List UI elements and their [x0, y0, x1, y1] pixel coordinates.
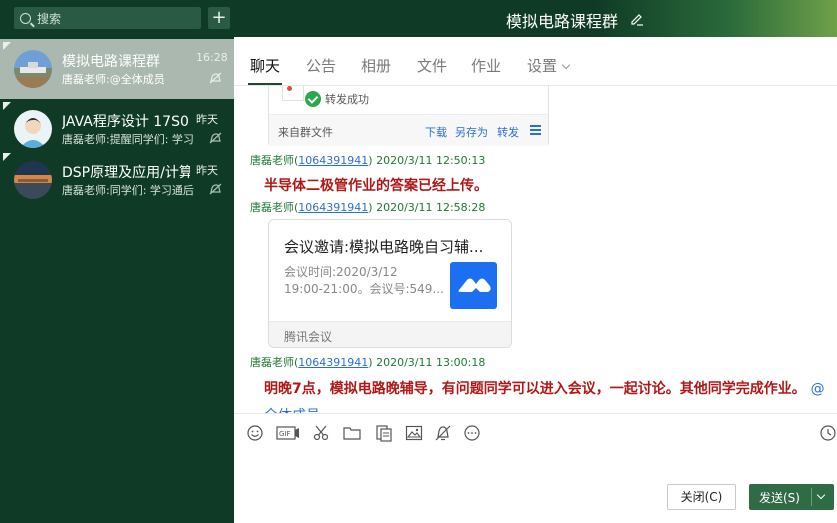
conversation-title: DSP原理及应用/计算	[62, 165, 190, 181]
active-tab-indicator	[248, 83, 282, 85]
gif-icon[interactable]: GIF	[276, 424, 300, 442]
svg-text:GIF: GIF	[279, 430, 291, 438]
more-icon[interactable]	[463, 424, 481, 442]
input-area[interactable]: GIF 关闭(C) 发送(S)	[234, 413, 837, 523]
file-card[interactable]: 转发成功 来自群文件 下载 另存为 转发	[268, 86, 549, 146]
close-button[interactable]: 关闭(C)	[667, 484, 736, 510]
chat-header: 模拟电路课程群	[234, 0, 837, 37]
file-card-footer: 来自群文件 下载 另存为 转发	[269, 114, 548, 146]
check-icon	[305, 91, 321, 107]
tab-homework[interactable]: 作业	[471, 55, 501, 76]
meeting-title: 会议邀请:模拟电路晚自习辅...	[284, 238, 484, 256]
meeting-footer: 腾讯会议	[269, 321, 511, 347]
divider	[811, 488, 812, 506]
sender-name: 唐磊老师(	[250, 356, 299, 369]
pin-marker	[3, 102, 11, 110]
tab-album[interactable]: 相册	[361, 55, 391, 76]
conversation-preview: 唐磊老师:提醒同学们: 学习	[62, 133, 194, 146]
conversation-time: 昨天	[196, 113, 218, 126]
group-title[interactable]: 模拟电路课程群	[506, 8, 618, 32]
conversation-item[interactable]: DSP原理及应用/计算 昨天 唐磊老师:同学们: 学习通后	[0, 150, 234, 210]
tab-bar: 聊天 公告 相册 文件 作业 设置	[234, 37, 837, 86]
mute-icon	[209, 183, 222, 195]
file-thumbnail	[282, 86, 304, 101]
save-as-link[interactable]: 另存为	[455, 124, 488, 140]
message-meta: 唐磊老师(1064391941) 2020/3/11 12:58:28	[250, 199, 485, 215]
message-meta: 唐磊老师(1064391941) 2020/3/11 13:00:18	[250, 354, 485, 370]
conversation-time: 16:28	[196, 51, 228, 64]
conversation-preview: 唐磊老师:@全体成员	[62, 73, 165, 86]
conversation-title: 模拟电路课程群	[62, 54, 160, 70]
conversation-item[interactable]: 模拟电路课程群 16:28 唐磊老师:@全体成员	[0, 39, 234, 99]
sender-id-link[interactable]: 1064391941	[298, 201, 368, 214]
tencent-meeting-icon	[450, 262, 497, 309]
conversation-preview: 唐磊老师:同学们: 学习通后	[62, 184, 194, 197]
forward-status: 转发成功	[325, 93, 369, 106]
bell-off-icon[interactable]	[434, 424, 452, 442]
message-text: 明晚7点，模拟电路晚辅导，有问题同学可以进入会议，一起讨论。其他同学完成作业。 …	[264, 376, 830, 413]
mute-icon	[209, 132, 222, 144]
chevron-down-icon[interactable]	[816, 490, 826, 500]
tab-files[interactable]: 文件	[417, 55, 447, 76]
folder-icon[interactable]	[343, 424, 361, 442]
message-time: ) 2020/3/11 12:50:13	[368, 154, 486, 167]
meeting-number: 19:00-21:00。会议号:549...	[284, 282, 444, 296]
sender-id-link[interactable]: 1064391941	[298, 356, 368, 369]
file-source: 来自群文件	[278, 126, 333, 139]
message-meta: 唐磊老师(1064391941) 2020/3/11 12:50:13	[250, 152, 485, 168]
message-time: ) 2020/3/11 12:58:28	[368, 201, 486, 214]
search-input[interactable]: 搜索	[14, 7, 201, 29]
message-text: 半导体二极管作业的答案已经上传。	[264, 178, 488, 194]
meeting-time: 会议时间:2020/3/12	[284, 265, 398, 279]
search-placeholder: 搜索	[37, 11, 62, 26]
pin-marker	[3, 42, 11, 50]
meeting-invite-card[interactable]: 会议邀请:模拟电路晚自习辅... 会议时间:2020/3/12 19:00-21…	[268, 219, 512, 348]
chevron-down-icon	[561, 60, 571, 70]
send-button[interactable]: 发送(S)	[749, 484, 834, 510]
mute-icon	[209, 72, 222, 84]
message-list[interactable]: 转发成功 来自群文件 下载 另存为 转发 唐磊老师(1064391941) 20…	[234, 86, 837, 413]
edit-icon[interactable]	[630, 12, 644, 26]
conversation-title: JAVA程序设计 17S0	[62, 114, 189, 130]
avatar	[14, 161, 52, 199]
message-body: 明晚7点，模拟电路晚辅导，有问题同学可以进入会议，一起讨论。其他同学完成作业。	[264, 381, 806, 397]
search-icon	[20, 12, 31, 24]
meeting-details: 会议时间:2020/3/12 19:00-21:00。会议号:549...	[284, 264, 444, 298]
sender-name: 唐磊老师(	[250, 201, 299, 214]
sender-id-link[interactable]: 1064391941	[298, 154, 368, 167]
message-time: ) 2020/3/11 13:00:18	[368, 356, 486, 369]
sidebar: 搜索 + 模拟电路课程群 16:28 唐磊老师:@全体成员 JAVA程序设计 1…	[0, 0, 234, 523]
doc-icon[interactable]	[375, 424, 393, 442]
add-button[interactable]: +	[208, 7, 230, 29]
tab-settings-label: 设置	[527, 57, 558, 75]
sender-name: 唐磊老师(	[250, 154, 299, 167]
avatar	[14, 50, 52, 88]
download-link[interactable]: 下载	[425, 124, 447, 140]
pin-marker	[3, 153, 11, 161]
send-label: 发送(S)	[759, 491, 800, 505]
tab-settings[interactable]: 设置	[527, 55, 571, 76]
menu-icon[interactable]	[530, 125, 541, 135]
avatar	[14, 110, 52, 148]
conversation-time: 昨天	[196, 164, 218, 177]
tab-announcements[interactable]: 公告	[306, 55, 336, 76]
meeting-app-name: 腾讯会议	[284, 330, 333, 344]
emoji-icon[interactable]	[246, 424, 264, 442]
scissors-icon[interactable]	[312, 424, 330, 442]
image-icon[interactable]	[405, 424, 423, 442]
forward-link[interactable]: 转发	[497, 124, 519, 140]
tab-chat[interactable]: 聊天	[250, 55, 280, 76]
clock-icon[interactable]	[819, 424, 837, 442]
